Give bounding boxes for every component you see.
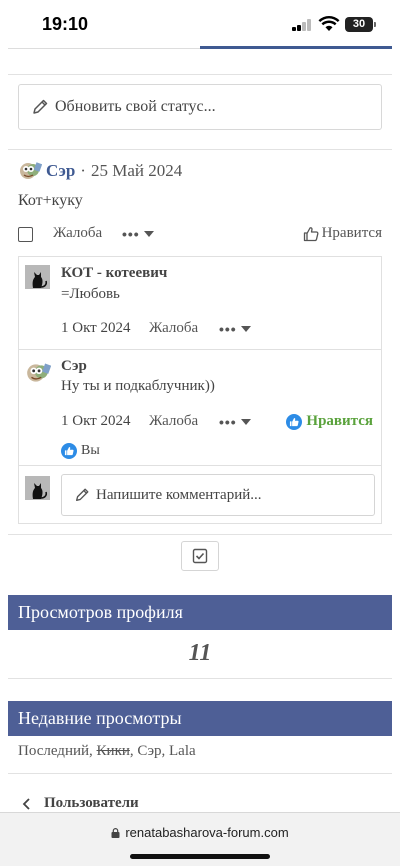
browser-address-bar[interactable]: renatabasharova-forum.com — [0, 812, 400, 866]
thumbs-up-icon — [61, 443, 77, 459]
comment-author[interactable]: КОТ - котеевич — [61, 265, 167, 282]
comment-text: =Любовь — [61, 286, 120, 302]
status-update-input[interactable]: Обновить свой статус... — [18, 84, 382, 130]
select-all-button[interactable] — [181, 541, 219, 571]
back-link-label: Пользователи — [44, 795, 139, 811]
meta-separator: · — [80, 161, 86, 180]
recent-views-header: Недавние просмотры — [8, 701, 392, 736]
commenter-avatar[interactable] — [25, 265, 50, 289]
author-avatar[interactable] — [18, 160, 42, 182]
caret-down-icon — [143, 231, 154, 237]
home-indicator[interactable] — [130, 854, 270, 859]
signal-icon — [292, 19, 312, 31]
pencil-icon — [76, 488, 89, 501]
system-status-bar: 19:10 30 — [0, 0, 400, 46]
post-date[interactable]: 25 Май 2024 — [91, 161, 182, 181]
post-text: Кот+куку — [18, 192, 83, 209]
thumbs-up-icon — [286, 413, 303, 430]
comment-report-link[interactable]: Жалоба — [149, 320, 198, 337]
post-header: Сэр · 25 Май 2024 — [18, 160, 182, 182]
profile-views-count: 11 — [188, 640, 212, 666]
commenter-avatar[interactable] — [25, 361, 51, 385]
comment-divider — [19, 349, 381, 350]
like-label: Нравится — [321, 225, 382, 241]
wifi-icon — [318, 16, 340, 31]
thumbs-up-icon — [303, 226, 319, 241]
select-checkbox[interactable] — [18, 227, 33, 242]
caret-down-icon — [240, 419, 251, 425]
divider — [8, 74, 392, 75]
battery-icon: 30 — [345, 17, 376, 32]
post-author-link[interactable]: Сэр — [46, 161, 75, 181]
report-link[interactable]: Жалоба — [53, 225, 102, 242]
divider — [8, 773, 392, 774]
unlike-button[interactable]: Нравится — [286, 413, 373, 430]
clock: 19:10 — [42, 14, 89, 34]
post-actions: Жалоба ••• Нравится — [18, 225, 382, 245]
comment-date[interactable]: 1 Окт 2024 — [61, 320, 130, 337]
recent-visitors: Последний, Кики, Сэр, Lala — [18, 743, 196, 760]
comment-divider — [19, 465, 381, 466]
caret-down-icon — [240, 326, 251, 332]
comment-author[interactable]: Сэр — [61, 358, 87, 375]
recent-prefix: Последний, — [18, 743, 93, 759]
like-button[interactable]: Нравится — [303, 225, 382, 242]
comment-report-link[interactable]: Жалоба — [149, 413, 198, 430]
liked-by-name: Вы — [81, 443, 100, 458]
liked-label: Нравится — [306, 413, 373, 429]
checkbox-checked-icon — [192, 548, 208, 564]
status-placeholder: Обновить свой статус... — [55, 98, 216, 115]
lock-icon — [111, 828, 120, 838]
comment-more-button[interactable]: ••• — [219, 321, 251, 337]
visitor-link[interactable]: Кики — [97, 743, 130, 759]
back-to-users-link[interactable]: Пользователи — [22, 795, 139, 812]
url-text: renatabasharova-forum.com — [125, 825, 289, 840]
comment-text: Ну ты и подкаблучник)) — [61, 378, 215, 394]
divider — [8, 678, 392, 679]
comments-block: КОТ - котеевич =Любовь 1 Окт 2024 Жалоба… — [18, 256, 382, 524]
comment-date[interactable]: 1 Окт 2024 — [61, 413, 130, 430]
visitor-links[interactable]: , Сэр, Lala — [130, 743, 196, 759]
chevron-left-icon — [22, 797, 30, 810]
my-avatar[interactable] — [25, 476, 50, 500]
comment-input[interactable]: Напишите комментарий... — [61, 474, 375, 516]
url-display[interactable]: renatabasharova-forum.com — [0, 825, 400, 840]
comment-more-button[interactable]: ••• — [219, 414, 251, 430]
comment-placeholder: Напишите комментарий... — [96, 486, 262, 503]
tab-underline — [0, 46, 400, 51]
more-menu-button[interactable]: ••• — [122, 226, 154, 242]
profile-views-header: Просмотров профиля — [8, 595, 392, 630]
liked-by[interactable]: Вы — [61, 443, 100, 459]
divider — [8, 534, 392, 535]
pencil-icon — [33, 99, 48, 114]
divider — [8, 149, 392, 150]
